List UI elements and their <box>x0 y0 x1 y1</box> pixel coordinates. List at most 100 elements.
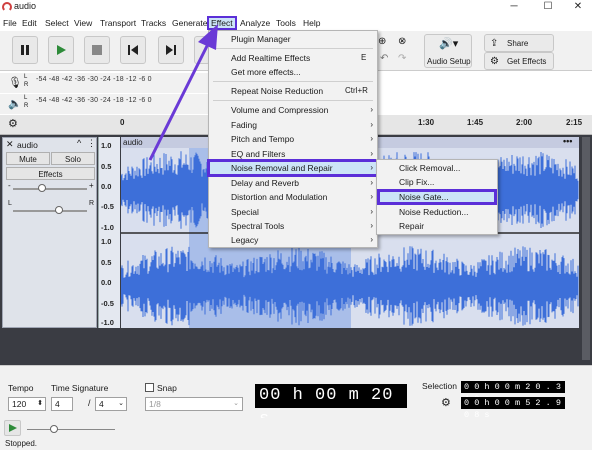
play-meter-R: R <box>24 103 29 109</box>
pan-right-label: R <box>89 200 95 207</box>
submenu-item-clip-fix[interactable]: Clip Fix... <box>377 175 497 189</box>
noise-removal-submenu: Click Removal... Clip Fix... Noise Gate.… <box>376 159 498 235</box>
timesig-numerator[interactable]: 4 <box>51 397 73 411</box>
microphone-icon: 🎙 <box>8 77 22 89</box>
snap-label: Snap <box>157 383 177 393</box>
close-button[interactable]: ✕ <box>564 0 592 14</box>
speed-slider-track[interactable] <box>27 429 115 430</box>
title-bar: audio ─ ☐ ✕ <box>0 0 592 14</box>
selection-start-field[interactable]: 0 0 h 0 0 m 2 0 . 3 4 9 s <box>461 381 565 404</box>
menu-item-add-realtime-effects[interactable]: Add Realtime Effects E <box>209 51 377 65</box>
snap-select[interactable]: 1/8 ⌄ <box>145 397 243 411</box>
timeline-settings-icon[interactable]: ⚙ <box>8 117 18 130</box>
submenu-item-noise-gate[interactable]: Noise Gate... <box>377 190 497 204</box>
submenu-item-repair[interactable]: Repair <box>377 219 497 233</box>
clip-menu-icon[interactable]: ••• <box>563 136 572 146</box>
audio-setup-label: Audio Setup <box>427 57 471 66</box>
mute-button[interactable]: Mute <box>6 152 50 165</box>
snap-checkbox[interactable] <box>145 383 154 392</box>
zoom-fit-icon[interactable]: ⊗ <box>398 36 406 47</box>
menu-analyze[interactable]: Analyze <box>238 16 272 30</box>
time-display[interactable]: 00 h 00 m 20 s <box>255 384 407 429</box>
submenu-item-click-removal[interactable]: Click Removal... <box>377 161 497 175</box>
menu-item-delay-reverb[interactable]: Delay and Reverb › <box>209 176 377 190</box>
menu-transport[interactable]: Transport <box>98 16 138 30</box>
menu-help[interactable]: Help <box>301 16 322 30</box>
pan-slider-track[interactable] <box>13 210 87 212</box>
audacity-logo-icon <box>2 2 12 12</box>
speaker-meter-icon: 🔈 <box>8 98 22 110</box>
ruler-tick: 1:45 <box>467 118 484 127</box>
play-meter-L: L <box>24 95 28 101</box>
menu-item-get-more-effects[interactable]: Get more effects... <box>209 65 377 79</box>
record-meter-R: R <box>24 82 29 88</box>
track-menu-icon[interactable]: ⋮ <box>87 138 96 149</box>
audio-setup-button[interactable]: 🔊▾ Audio Setup <box>424 34 472 68</box>
menu-item-special[interactable]: Special › <box>209 205 377 219</box>
pause-icon <box>21 45 29 55</box>
annotation-arrow <box>148 24 218 161</box>
ruler-tick: 0 <box>120 118 125 127</box>
vertical-scale[interactable]: 1.0 0.5 0.0 -0.5 -1.0 1.0 0.5 0.0 -0.5 -… <box>98 137 120 328</box>
redo-icon[interactable]: ↷ <box>398 53 406 64</box>
menu-item-volume-compression[interactable]: Volume and Compression › <box>209 103 377 117</box>
stop-button[interactable] <box>84 36 110 64</box>
speaker-icon: 🔊▾ <box>439 38 459 50</box>
selection-label: Selection <box>422 381 457 391</box>
menu-item-repeat-noise-reduction[interactable]: Repeat Noise Reduction Ctrl+R <box>209 84 377 98</box>
menu-file[interactable]: File <box>1 16 19 30</box>
maximize-button[interactable]: ☐ <box>534 0 562 14</box>
tempo-label: Tempo <box>8 383 34 393</box>
menu-separator <box>213 48 373 49</box>
menu-item-legacy[interactable]: Legacy › <box>209 233 377 247</box>
play-at-speed-toolbar <box>0 418 592 438</box>
collapse-track-icon[interactable]: ^ <box>77 138 81 148</box>
tempo-input[interactable]: 120 ⬍ <box>8 397 46 411</box>
zoom-in-icon[interactable]: ⊕ <box>378 36 386 47</box>
menu-item-fading[interactable]: Fading › <box>209 118 377 132</box>
menu-item-noise-removal-repair[interactable]: Noise Removal and Repair › <box>209 161 377 175</box>
share-audio-button[interactable]: ⇪ Share Audio <box>484 34 554 66</box>
undo-icon[interactable]: ↶ <box>380 53 388 64</box>
minimize-button[interactable]: ─ <box>500 0 528 14</box>
timesig-denominator[interactable]: 4 ⌄ <box>95 397 127 411</box>
get-effects-button[interactable]: ⚙ Get Effects <box>484 52 554 70</box>
timesig-separator: / <box>88 398 91 408</box>
menu-item-distortion-modulation[interactable]: Distortion and Modulation › <box>209 190 377 204</box>
scale-tick: 0.0 <box>101 182 112 191</box>
ruler-tick: 2:15 <box>566 118 583 127</box>
track-control-panel[interactable]: ✕ audio ^ ⋮ Mute Solo Effects - + L R <box>2 137 97 328</box>
menu-item-plugin-manager[interactable]: Plugin Manager <box>209 32 377 46</box>
speed-slider-handle[interactable] <box>50 425 58 433</box>
track-name[interactable]: audio <box>17 140 38 150</box>
time-signature-label: Time Signature <box>51 383 109 393</box>
close-track-icon[interactable]: ✕ <box>6 139 14 150</box>
gain-minus-label: - <box>8 181 11 190</box>
submenu-item-noise-reduction[interactable]: Noise Reduction... <box>377 205 497 219</box>
playback-meter-scale: -54 -48 -42 -36 -30 -24 -18 -12 -6 0 <box>36 97 152 104</box>
effects-button[interactable]: Effects <box>6 167 95 180</box>
play-button[interactable] <box>48 36 74 64</box>
gain-slider-handle[interactable] <box>38 184 46 192</box>
menu-select[interactable]: Select <box>43 16 71 30</box>
menu-item-pitch-tempo[interactable]: Pitch and Tempo › <box>209 132 377 146</box>
selection-settings-icon[interactable]: ⚙ <box>441 396 451 409</box>
play-at-speed-button[interactable] <box>4 420 21 436</box>
menu-item-spectral-tools[interactable]: Spectral Tools › <box>209 219 377 233</box>
pan-slider-handle[interactable] <box>55 206 63 214</box>
scale-tick: -0.5 <box>101 299 114 308</box>
menu-tools[interactable]: Tools <box>274 16 298 30</box>
menu-view[interactable]: View <box>72 16 94 30</box>
record-meter-L: L <box>24 74 28 80</box>
menu-separator <box>213 81 373 82</box>
arrow-shaft <box>148 39 212 161</box>
pause-button[interactable] <box>12 36 38 64</box>
solo-button[interactable]: Solo <box>51 152 95 165</box>
pan-left-label: L <box>8 200 12 207</box>
gain-slider-track[interactable] <box>13 188 87 190</box>
stop-icon <box>92 45 102 55</box>
vertical-scrollbar[interactable] <box>582 137 590 360</box>
menu-edit[interactable]: Edit <box>20 16 39 30</box>
selection-end-field[interactable]: 0 0 h 0 0 m 5 2 . 9 0 8 s <box>461 397 565 420</box>
menu-bar: File Edit Select View Transport Tracks G… <box>0 16 592 30</box>
